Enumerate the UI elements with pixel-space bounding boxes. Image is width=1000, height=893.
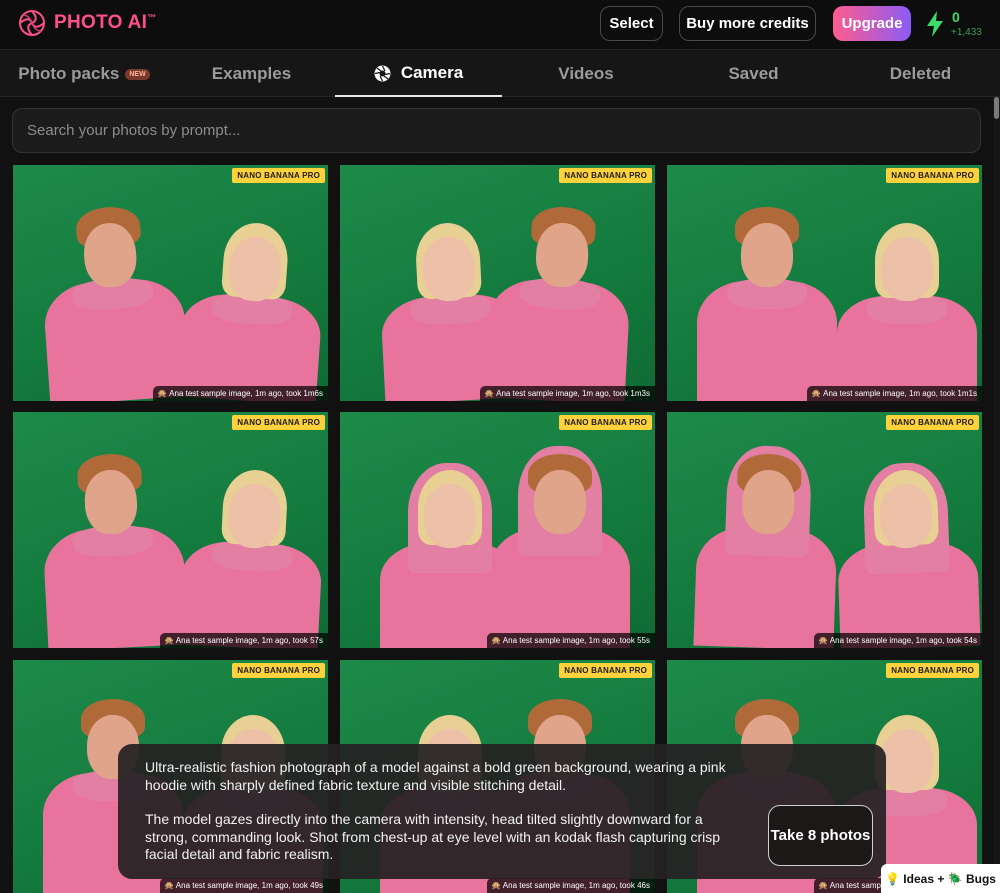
- photo-caption: 🙊 Ana test sample image, 1m ago, took 1m…: [807, 386, 982, 401]
- photo-card[interactable]: NANO BANANA PRO 🙊 Ana test sample image, …: [340, 165, 655, 401]
- man-figure: [697, 191, 837, 401]
- photo-card[interactable]: NANO BANANA PRO 🙊 Ana test sample image, …: [13, 412, 328, 648]
- model-badge: NANO BANANA PRO: [559, 415, 652, 430]
- woman-figure: [380, 438, 520, 648]
- prompt-text: Ultra-realistic fashion photograph of a …: [145, 759, 745, 864]
- woman-figure: [375, 187, 526, 401]
- top-bar: PHOTO AI™ Select Buy more credits Upgrad…: [0, 0, 1000, 50]
- tab-videos[interactable]: Videos: [502, 51, 670, 97]
- scrollbar-thumb[interactable]: [994, 97, 999, 119]
- man-figure: [36, 186, 191, 401]
- photo-card[interactable]: NANO BANANA PRO 🙊 Ana test sample image, …: [667, 412, 982, 648]
- ideas-bugs-button[interactable]: 💡 Ideas + 🪲 Bugs: [881, 864, 1000, 893]
- scrollbar-track[interactable]: [993, 97, 1000, 893]
- take-photos-button[interactable]: Take 8 photos: [768, 805, 873, 866]
- tab-label: Videos: [558, 64, 614, 83]
- prompt-paragraph: The model gazes directly into the camera…: [145, 811, 721, 862]
- caption-text: Ana test sample image, 1m ago, took 57s: [175, 636, 323, 645]
- tab-deleted[interactable]: Deleted: [837, 51, 1000, 97]
- model-badge: NANO BANANA PRO: [886, 663, 979, 678]
- avatar-emoji-icon: 🙊: [484, 389, 497, 398]
- photo-caption: 🙊 Ana test sample image, 1m ago, took 1m…: [480, 386, 655, 401]
- model-badge: NANO BANANA PRO: [232, 415, 325, 430]
- photo-card[interactable]: NANO BANANA PRO 🙊 Ana test sample image, …: [13, 165, 328, 401]
- woman-figure: [175, 186, 328, 401]
- photo-caption: 🙊 Ana test sample image, 1m ago, took 46…: [487, 878, 655, 893]
- photo-card[interactable]: NANO BANANA PRO 🙊 Ana test sample image, …: [667, 165, 982, 401]
- avatar-emoji-icon: 🙊: [818, 881, 830, 890]
- prompt-overlay: Ultra-realistic fashion photograph of a …: [118, 744, 886, 879]
- man-figure: [693, 436, 840, 648]
- photo-caption: 🙊 Ana test sample image, 1m ago, took 57…: [160, 633, 328, 648]
- credits-delta: +1,433: [951, 27, 982, 38]
- model-badge: NANO BANANA PRO: [559, 663, 652, 678]
- tab-bar: Photo packs NEW Examples Camera Videos S…: [0, 51, 1000, 97]
- model-badge: NANO BANANA PRO: [886, 415, 979, 430]
- woman-figure: [833, 436, 981, 648]
- model-badge: NANO BANANA PRO: [886, 168, 979, 183]
- caption-text: Ana test sample image, 1m ago, took 54s: [829, 636, 977, 645]
- tab-examples[interactable]: Examples: [168, 51, 335, 97]
- photo-caption: 🙊 Ana test sample image, 1m ago, took 54…: [814, 633, 982, 648]
- caption-text: Ana test sample image, 1m ago, took 55s: [502, 636, 650, 645]
- tab-saved[interactable]: Saved: [670, 51, 837, 97]
- caption-text: Ana test sample image, 1m ago, took 1m6s: [169, 389, 323, 398]
- photo-caption: 🙊 Ana test sample image, 1m ago, took 1m…: [153, 386, 328, 401]
- upgrade-button[interactable]: Upgrade: [833, 6, 911, 41]
- logo[interactable]: PHOTO AI™: [18, 9, 157, 37]
- model-badge: NANO BANANA PRO: [232, 168, 325, 183]
- tab-camera[interactable]: Camera: [335, 51, 502, 97]
- woman-figure: [837, 191, 977, 401]
- avatar-emoji-icon: 🙊: [164, 636, 176, 645]
- new-badge: NEW: [125, 68, 150, 80]
- avatar-emoji-icon: 🙊: [491, 881, 503, 890]
- lightning-bolt-icon: [927, 11, 943, 37]
- tab-label: Saved: [728, 64, 779, 83]
- tab-label: Deleted: [889, 64, 952, 83]
- model-badge: NANO BANANA PRO: [559, 168, 652, 183]
- model-badge: NANO BANANA PRO: [232, 663, 325, 678]
- caption-text: Ana test sample image, 1m ago, took 1m3s: [496, 389, 650, 398]
- caption-text: Ana test sample image, 1m ago, took 1m1s: [823, 389, 977, 398]
- credits-count: 0: [952, 9, 960, 25]
- avatar-emoji-icon: 🙊: [164, 881, 176, 890]
- select-button[interactable]: Select: [600, 6, 663, 41]
- avatar-emoji-icon: 🙊: [157, 389, 170, 398]
- photo-ai-logo-icon: [19, 10, 45, 36]
- tab-label: Examples: [211, 64, 292, 83]
- avatar-emoji-icon: 🙊: [491, 636, 503, 645]
- caption-text: Ana test sample image, 1m ago, took 49s: [175, 881, 323, 890]
- man-figure: [38, 434, 189, 648]
- photo-card[interactable]: NANO BANANA PRO 🙊 Ana test sample image, …: [340, 412, 655, 648]
- search-input[interactable]: [12, 108, 981, 153]
- tab-label: Camera: [400, 63, 464, 82]
- tab-photo-packs[interactable]: Photo packs NEW: [0, 51, 168, 97]
- camera-aperture-icon: [374, 65, 391, 81]
- avatar-emoji-icon: 🙊: [811, 389, 824, 398]
- photo-caption: 🙊 Ana test sample image, 1m ago, took 49…: [160, 878, 328, 893]
- buy-credits-button[interactable]: Buy more credits: [679, 6, 816, 41]
- tab-label: Photo packs: [18, 64, 120, 83]
- logo-text: PHOTO AI™: [54, 12, 157, 33]
- caption-text: Ana test sample image, 1m ago, took 46s: [502, 881, 650, 890]
- avatar-emoji-icon: 🙊: [818, 636, 830, 645]
- woman-figure: [177, 434, 328, 648]
- photo-caption: 🙊 Ana test sample image, 1m ago, took 55…: [487, 633, 655, 648]
- prompt-paragraph: Ultra-realistic fashion photograph of a …: [145, 759, 726, 793]
